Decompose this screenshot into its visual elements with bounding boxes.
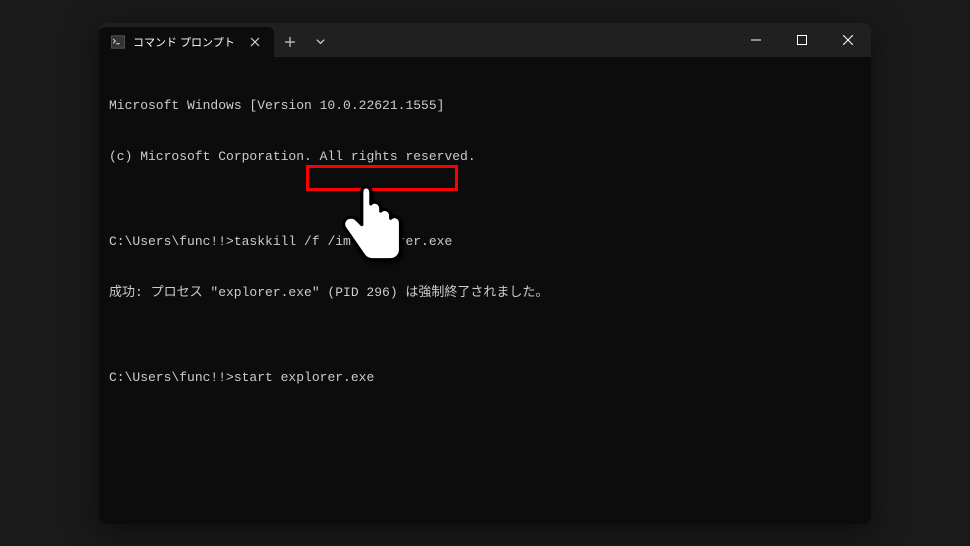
output-line: C:\Users\func!!>start explorer.exe (109, 369, 861, 386)
prompt: C:\Users\func!!> (109, 234, 234, 249)
output-line: Microsoft Windows [Version 10.0.22621.15… (109, 97, 861, 114)
titlebar: コマンド プロンプト (99, 23, 871, 57)
close-window-button[interactable] (825, 23, 871, 57)
titlebar-drag-region[interactable] (334, 23, 733, 57)
output-line: 成功: プロセス "explorer.exe" (PID 296) は強制終了さ… (109, 284, 861, 301)
tab-dropdown-button[interactable] (306, 27, 334, 57)
command-text: taskkill /f /im explorer.exe (234, 234, 452, 249)
maximize-button[interactable] (779, 23, 825, 57)
output-line: C:\Users\func!!>taskkill /f /im explorer… (109, 233, 861, 250)
command-text: start explorer.exe (234, 370, 374, 385)
minimize-button[interactable] (733, 23, 779, 57)
window-controls (733, 23, 871, 57)
new-tab-button[interactable] (274, 27, 306, 57)
prompt: C:\Users\func!!> (109, 370, 234, 385)
output-line: (c) Microsoft Corporation. All rights re… (109, 148, 861, 165)
cmd-icon (111, 35, 125, 49)
terminal-window: コマンド プロンプト Microsoft Windows [Version 10… (99, 23, 871, 524)
terminal-output[interactable]: Microsoft Windows [Version 10.0.22621.15… (99, 57, 871, 524)
tab-close-button[interactable] (246, 33, 264, 51)
tab-label: コマンド プロンプト (133, 34, 235, 50)
tab-command-prompt[interactable]: コマンド プロンプト (99, 27, 274, 57)
